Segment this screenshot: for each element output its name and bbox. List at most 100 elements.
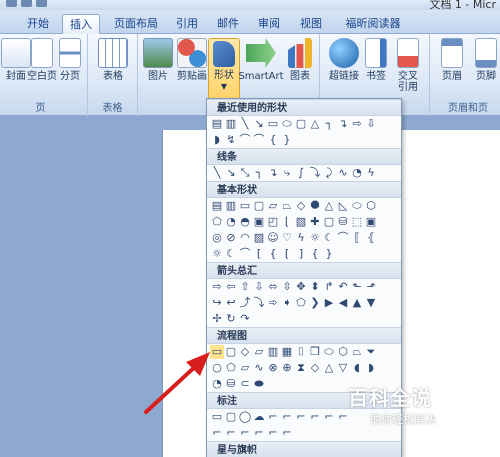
rectangle-shape[interactable]: ▭ <box>238 199 252 213</box>
line-callout-border-3-shape[interactable]: ⌐ <box>266 426 280 440</box>
arrow-line-shape[interactable]: ↘ <box>252 117 266 131</box>
notched-right-arrow-shape[interactable]: ➧ <box>280 296 294 310</box>
oval-shape[interactable]: ⬭ <box>280 117 294 131</box>
tab-page-layout[interactable]: 页面布局 <box>108 14 164 34</box>
curved-left-arrow-shape[interactable]: ↩ <box>224 296 238 310</box>
smiley-face-shape[interactable]: ☺ <box>266 231 280 245</box>
right-arrow-shape[interactable]: ⇨ <box>350 117 364 131</box>
lightning-bolt-shape[interactable]: ϟ <box>294 231 308 245</box>
half-frame-shape[interactable]: ◰ <box>266 215 280 229</box>
tab-foxit-reader[interactable]: 福昕阅读器 <box>340 14 406 34</box>
curved-arrow-shape[interactable]: ↷ <box>238 312 252 326</box>
cross-reference-button[interactable]: 交叉引用 <box>390 38 426 98</box>
left-bracket-shape[interactable]: [ <box>280 247 294 261</box>
pentagon-arrow-shape[interactable]: ⬠ <box>294 296 308 310</box>
donut-shape[interactable]: ◎ <box>210 231 224 245</box>
u-turn-arrow-shape[interactable]: ↶ <box>336 280 350 294</box>
oval-callout-shape[interactable]: ◯ <box>238 410 252 424</box>
heart-shape[interactable]: ♡ <box>280 231 294 245</box>
triangle-shape[interactable]: △ <box>308 117 322 131</box>
tab-mailings[interactable]: 邮件 <box>213 14 243 34</box>
diagonal-stripe-shape[interactable]: ▧ <box>294 215 308 229</box>
left-arrow-shape[interactable]: ⇦ <box>224 280 238 294</box>
l-shape[interactable]: ⌊ <box>280 215 294 229</box>
double-bracket-shape[interactable]: [ <box>252 247 266 261</box>
block-arc-shape[interactable]: ◠ <box>238 231 252 245</box>
cloud-callout-shape[interactable]: ☁ <box>252 410 266 424</box>
tab-review[interactable]: 审阅 <box>254 14 284 34</box>
curve-shape[interactable]: ∿ <box>336 166 350 180</box>
octagon-shape[interactable]: ⯃ <box>308 199 322 213</box>
no-symbol-shape[interactable]: ⊘ <box>224 231 238 245</box>
down-arrow-shape[interactable]: ⇩ <box>252 280 266 294</box>
up-arrow-callout-shape[interactable]: ▲ <box>350 296 364 310</box>
triangle-shape[interactable]: △ <box>322 199 336 213</box>
double-brace-shape[interactable]: ⦃ <box>364 231 378 245</box>
flowchart-punched-tape-shape[interactable]: ∿ <box>252 361 266 375</box>
moon-shape[interactable]: ☾ <box>224 247 238 261</box>
plaque-shape[interactable]: ▢ <box>322 215 336 229</box>
flowchart-magnetic-disk-shape[interactable]: ⛁ <box>224 377 238 391</box>
oval-shape[interactable]: ⬭ <box>350 199 364 213</box>
flowchart-predefined-process-shape[interactable]: ▥ <box>266 345 280 359</box>
down-arrow-shape[interactable]: ⇩ <box>364 117 378 131</box>
up-arrow-shape[interactable]: ⇧ <box>238 280 252 294</box>
vertical-text-box-shape[interactable]: ▥ <box>224 117 238 131</box>
parallelogram-shape[interactable]: ▱ <box>266 199 280 213</box>
left-right-up-arrow-shape[interactable]: ⬍ <box>308 280 322 294</box>
text-box-shape[interactable]: ▤ <box>210 199 224 213</box>
scribble-shape[interactable]: ϟ <box>364 166 378 180</box>
tab-view[interactable]: 视图 <box>296 14 326 34</box>
left-arrow-callout-shape[interactable]: ◀ <box>336 296 350 310</box>
left-right-arrow-shape[interactable]: ⬄ <box>266 280 280 294</box>
line-shape[interactable]: ╲ <box>238 117 252 131</box>
right-bracket-shape[interactable]: ] <box>294 247 308 261</box>
circular-arrow-shape[interactable]: ↻ <box>224 312 238 326</box>
smartart-button[interactable]: SmartArt <box>238 38 284 98</box>
double-bracket-shape[interactable]: ⟦ <box>350 231 364 245</box>
flowchart-collate-shape[interactable]: ⧗ <box>294 361 308 375</box>
decagon-shape[interactable]: ⬠ <box>210 215 224 229</box>
rounded-rectangular-callout-shape[interactable]: ▢ <box>224 410 238 424</box>
bevel-shape[interactable]: ▣ <box>364 215 378 229</box>
line-callout-border-2-shape[interactable]: ⌐ <box>252 426 266 440</box>
flowchart-preparation-shape[interactable]: ⬡ <box>336 345 350 359</box>
curved-right-arrow-shape[interactable]: ↪ <box>210 296 224 310</box>
right-arrow-shape[interactable]: ⇨ <box>210 280 224 294</box>
tab-references[interactable]: 引用 <box>172 14 202 34</box>
flowchart-delay-shape[interactable]: ◗ <box>364 361 378 375</box>
down-arrow-callout-shape[interactable]: ▼ <box>364 296 378 310</box>
flowchart-terminator-shape[interactable]: ⬭ <box>322 345 336 359</box>
double-brace-shape[interactable]: { <box>266 247 280 261</box>
flowchart-sort-shape[interactable]: ◇ <box>308 361 322 375</box>
freeform-shape[interactable]: ↯ <box>224 133 238 147</box>
line-callout-accent-1-shape[interactable]: ⌐ <box>322 410 336 424</box>
curved-connector-shape[interactable]: ∫ <box>294 166 308 180</box>
hexagon-shape[interactable]: ⬡ <box>364 199 378 213</box>
shapes-button[interactable]: 形状 ▼ <box>208 38 240 100</box>
elbow-connector-shape[interactable]: ┐ <box>322 117 336 131</box>
flowchart-display-shape[interactable]: ⬬ <box>252 377 266 391</box>
plus-shape[interactable]: ✚ <box>308 215 322 229</box>
flowchart-extract-shape[interactable]: △ <box>322 361 336 375</box>
curved-up-arrow-shape[interactable]: ⤴ <box>238 296 252 310</box>
curved-double-arrow-shape[interactable]: ⤸ <box>322 166 336 180</box>
curved-arrow-connector-shape[interactable]: ⤵ <box>308 166 322 180</box>
striped-right-arrow-shape[interactable]: ➾ <box>266 296 280 310</box>
sun-shape[interactable]: ☼ <box>308 231 322 245</box>
table-button[interactable]: 表格 <box>91 38 135 98</box>
flowchart-manual-operation-shape[interactable]: ⏷ <box>364 345 378 359</box>
save-icon[interactable] <box>6 0 17 7</box>
header-button[interactable]: 页眉 <box>434 38 470 98</box>
elbow-arrow-connector-shape[interactable]: ↴ <box>266 166 280 180</box>
bent-up-arrow-shape[interactable]: ⬏ <box>364 280 378 294</box>
flowchart-summing-junction-shape[interactable]: ⊗ <box>266 361 280 375</box>
flowchart-document-shape[interactable]: ⌷ <box>294 345 308 359</box>
rectangle-shape[interactable]: ▭ <box>266 117 280 131</box>
flowchart-decision-shape[interactable]: ◇ <box>238 345 252 359</box>
rounded-rectangle-shape[interactable]: ▢ <box>252 199 266 213</box>
flowchart-direct-access-storage-shape[interactable]: ⊂ <box>238 377 252 391</box>
line-callout-accent-4-shape[interactable]: ⌐ <box>224 426 238 440</box>
page-break-button[interactable]: 分页 <box>48 38 92 98</box>
bookmark-button[interactable]: 书签 <box>358 38 394 98</box>
